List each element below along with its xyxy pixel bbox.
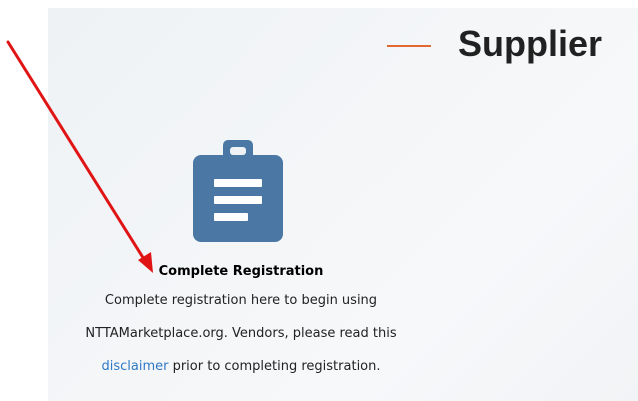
page: Supplier Complete Registration Complete … [0,0,638,401]
registration-description-line-3: disclaimer prior to completing registrat… [48,358,434,376]
page-title: Supplier [458,23,603,64]
registration-description-line-2: NTTAMarketplace.org. Vendors, please rea… [85,326,397,341]
registration-title: Complete Registration [158,264,324,279]
disclaimer-link[interactable]: disclaimer [101,359,168,374]
registration-description-suffix: prior to completing registration. [168,359,381,374]
registration-description-line-1: Complete registration here to begin usin… [104,293,378,308]
title-accent-dash [387,45,431,47]
clipboard-icon [193,140,283,242]
